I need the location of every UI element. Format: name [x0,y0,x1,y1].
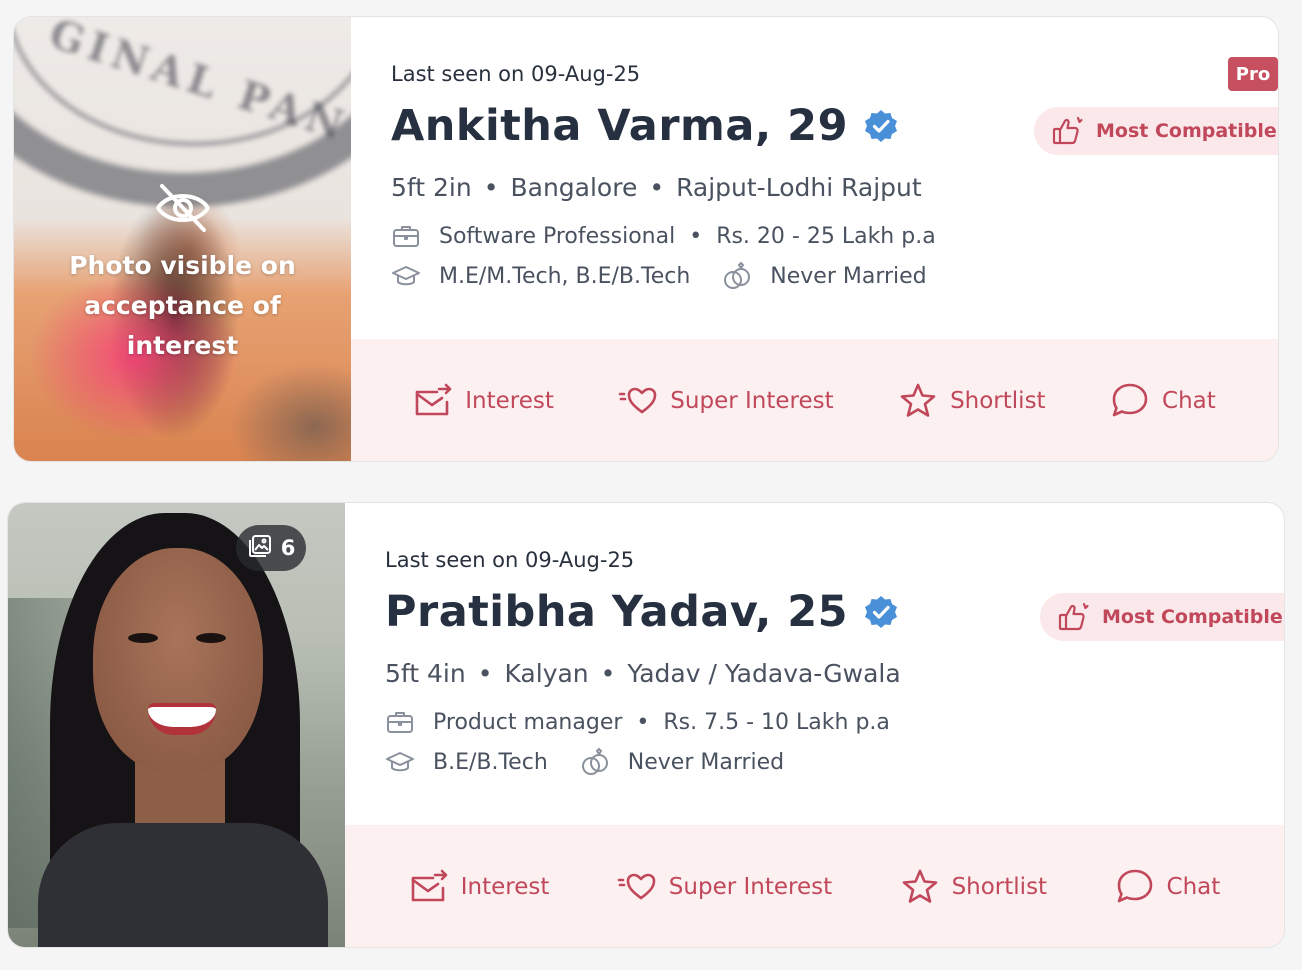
chat-bubble-icon [1115,868,1155,906]
profession: Product manager [433,709,623,735]
interest-label: Interest [465,388,554,414]
city: Kalyan [504,659,589,688]
photo-lock-overlay: Photo visible on acceptance of interest [14,182,351,366]
profile-photo-locked[interactable]: GINAL PAN Photo visible on acceptance of… [14,17,351,461]
height: 5ft 2in [391,173,472,202]
star-icon [900,868,940,906]
most-compatible-label: Most Compatible [1096,120,1277,142]
separator: • [689,223,703,249]
education-row: B.E/B.Tech Never Married [385,747,784,777]
profile-name[interactable]: Ankitha Varma, 29 [391,101,848,151]
shortlist-label: Shortlist [951,874,1048,900]
profile-photo[interactable]: 6 [8,503,345,947]
education: B.E/B.Tech [433,749,548,775]
gallery-icon [247,533,273,564]
photo-face [93,548,263,773]
eye-off-icon [154,184,212,238]
separator: • [600,659,616,688]
most-compatible-tag: Most Compatible [1040,593,1284,641]
profile-name[interactable]: Pratibha Yadav, 25 [385,587,848,637]
income: Rs. 7.5 - 10 Lakh p.a [663,709,890,735]
separator: • [483,173,499,202]
work-row: Software Professional • Rs. 20 - 25 Lakh… [391,221,936,251]
graduation-cap-icon [391,261,421,291]
work-row: Product manager • Rs. 7.5 - 10 Lakh p.a [385,707,890,737]
interest-label: Interest [460,874,550,900]
profile-meta: 5ft 2in • Bangalore • Rajput-Lodhi Rajpu… [391,173,922,202]
profile-card[interactable]: GINAL PAN Photo visible on acceptance of… [13,16,1279,462]
most-compatible-tag: Most Compatible [1034,107,1278,155]
super-interest-button[interactable]: Super Interest [617,868,832,906]
thumbs-up-icon [1058,602,1090,632]
pro-badge: Pro [1228,57,1278,91]
action-bar: Interest Super Interest Shortlist Chat [345,825,1284,947]
super-interest-button[interactable]: Super Interest [618,382,834,420]
photo-lock-text: Photo visible on acceptance of interest [69,251,296,360]
graduation-cap-icon [385,747,415,777]
profile-meta: 5ft 4in • Kalyan • Yadav / Yadava-Gwala [385,659,901,688]
photo-count-badge[interactable]: 6 [236,525,306,571]
chat-label: Chat [1162,388,1216,414]
photo-eye [128,633,158,643]
most-compatible-label: Most Compatible [1102,606,1283,628]
chat-button[interactable]: Chat [1110,382,1216,420]
interest-button[interactable]: Interest [413,382,554,420]
city: Bangalore [510,173,638,202]
chat-button[interactable]: Chat [1115,868,1221,906]
last-seen: Last seen on 09-Aug-25 [385,548,635,572]
briefcase-icon [391,221,421,251]
super-interest-label: Super Interest [668,874,833,900]
star-icon [898,382,938,420]
photo-eye [196,633,226,643]
interest-button[interactable]: Interest [409,868,550,906]
profile-info: Last seen on 09-Aug-25 Pratibha Yadav, 2… [385,503,1284,825]
chat-label: Chat [1166,874,1221,900]
super-interest-label: Super Interest [670,388,834,414]
shortlist-label: Shortlist [950,388,1046,414]
last-seen: Last seen on 09-Aug-25 [391,62,641,86]
name-row: Ankitha Varma, 29 [391,101,898,151]
photo-count: 6 [280,536,296,560]
verified-badge-icon [864,595,898,629]
separator: • [636,709,650,735]
thumbs-up-icon [1052,116,1084,146]
heart-sparkle-icon [618,382,658,420]
action-bar: Interest Super Interest Shortlist Chat [351,339,1278,461]
verified-badge-icon [864,109,898,143]
rings-icon [722,261,752,291]
shortlist-button[interactable]: Shortlist [900,868,1048,906]
separator: • [649,173,665,202]
envelope-send-icon [409,868,449,906]
profile-info: Last seen on 09-Aug-25 Ankitha Varma, 29… [391,17,1278,339]
photo-body [38,823,328,947]
rings-icon [580,747,610,777]
community: Rajput-Lodhi Rajput [676,173,922,202]
name-row: Pratibha Yadav, 25 [385,587,898,637]
marital-status: Never Married [627,749,785,775]
heart-sparkle-icon [617,868,657,906]
height: 5ft 4in [385,659,466,688]
marital-status: Never Married [770,263,927,289]
separator: • [477,659,493,688]
education-row: M.E/M.Tech, B.E/B.Tech Never Married [391,261,927,291]
briefcase-icon [385,707,415,737]
education: M.E/M.Tech, B.E/B.Tech [439,263,691,289]
profile-card[interactable]: 6 Last seen on 09-Aug-25 Pratibha Yadav,… [7,502,1285,948]
envelope-send-icon [413,382,453,420]
chat-bubble-icon [1110,382,1150,420]
community: Yadav / Yadava-Gwala [627,659,901,688]
shortlist-button[interactable]: Shortlist [898,382,1046,420]
income: Rs. 20 - 25 Lakh p.a [716,223,936,249]
profession: Software Professional [439,223,676,249]
